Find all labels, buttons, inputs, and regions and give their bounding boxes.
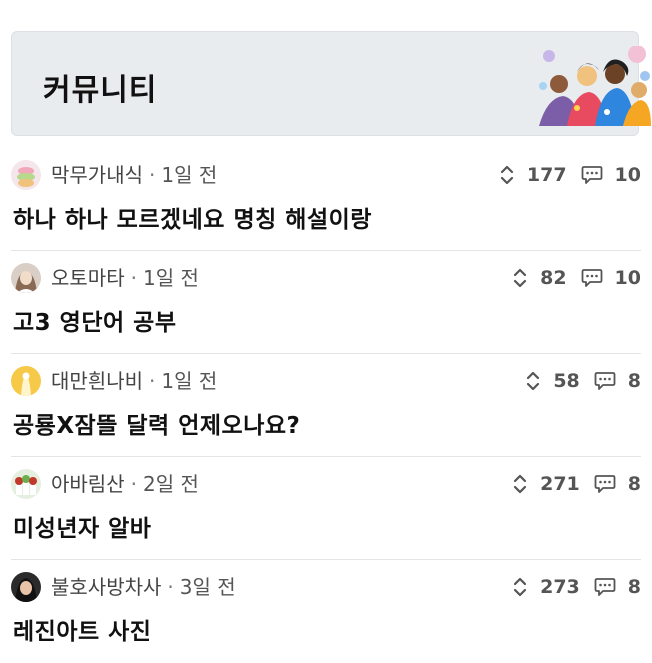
post-title[interactable]: 미성년자 알바 [13,509,151,543]
author-name[interactable]: 대만흰나비 [51,369,143,393]
comment-count: 8 [627,370,641,392]
post-time: 1일 전 [142,266,199,290]
post-title[interactable]: 고3 영단어 공부 [13,303,176,337]
speech-bubble-icon[interactable] [594,474,616,494]
post-stats: 177 10 [500,160,641,190]
avatar[interactable] [11,160,41,190]
vote-count: 271 [540,473,580,495]
post-time: 1일 전 [161,163,218,187]
post-meta: 대만흰나비 · 1일 전 [51,366,217,396]
vote-count: 177 [526,164,567,186]
avatar[interactable] [11,263,41,293]
avatar[interactable] [11,366,41,396]
speech-bubble-icon[interactable] [581,268,603,288]
comment-count: 8 [627,473,641,495]
post-time: 2일 전 [142,472,199,496]
speech-bubble-icon[interactable] [581,165,603,185]
comment-count: 10 [614,164,641,186]
meta-separator: · [167,575,174,599]
banner-title: 커뮤니티 [43,73,158,108]
post-meta: 오토마타 · 1일 전 [51,263,199,293]
post-title[interactable]: 공룡X잠뜰 달력 언제오나요? [13,406,300,440]
post-item[interactable]: 막무가내식 · 1일 전 177 10 하나 하나 모르겠네요 명칭 해설이랑 [11,148,641,251]
author-name[interactable]: 오토마타 [51,266,125,290]
updown-chevron-icon[interactable] [513,473,527,495]
updown-chevron-icon[interactable] [500,164,514,186]
post-stats: 271 8 [513,469,641,499]
updown-chevron-icon[interactable] [526,370,540,392]
meta-separator: · [130,472,137,496]
post-item[interactable]: 오토마타 · 1일 전 82 10 고3 영단어 공부 [11,251,641,354]
vote-count: 273 [540,576,580,598]
post-item[interactable]: 아바림산 · 2일 전 271 8 미성년자 알바 [11,457,641,560]
author-name[interactable]: 막무가내식 [51,163,143,187]
post-meta: 불호사방차사 · 3일 전 [51,572,236,602]
post-meta: 아바림산 · 2일 전 [51,469,199,499]
community-banner[interactable]: 커뮤니티 [11,31,651,136]
meta-separator: · [130,266,137,290]
post-time: 1일 전 [161,369,218,393]
post-title[interactable]: 하나 하나 모르겠네요 명칭 해설이랑 [13,200,372,234]
vote-count: 82 [540,267,567,289]
post-meta: 막무가내식 · 1일 전 [51,160,217,190]
post-time: 3일 전 [179,575,236,599]
updown-chevron-icon[interactable] [513,576,527,598]
avatar[interactable] [11,572,41,602]
community-people-illustration [537,45,651,130]
meta-separator: · [149,163,156,187]
post-stats: 58 8 [526,366,641,396]
speech-bubble-icon[interactable] [594,371,616,391]
comment-count: 10 [614,267,641,289]
speech-bubble-icon[interactable] [594,577,616,597]
post-stats: 273 8 [513,572,641,602]
meta-separator: · [149,369,156,393]
comment-count: 8 [627,576,641,598]
avatar[interactable] [11,469,41,499]
post-title[interactable]: 레진아트 사진 [13,612,151,646]
author-name[interactable]: 불호사방차사 [51,575,161,599]
post-item[interactable]: 대만흰나비 · 1일 전 58 8 공룡X잠뜰 달력 언제오나요? [11,354,641,457]
author-name[interactable]: 아바림산 [51,472,125,496]
vote-count: 58 [553,370,580,392]
updown-chevron-icon[interactable] [513,267,527,289]
post-stats: 82 10 [513,263,641,293]
